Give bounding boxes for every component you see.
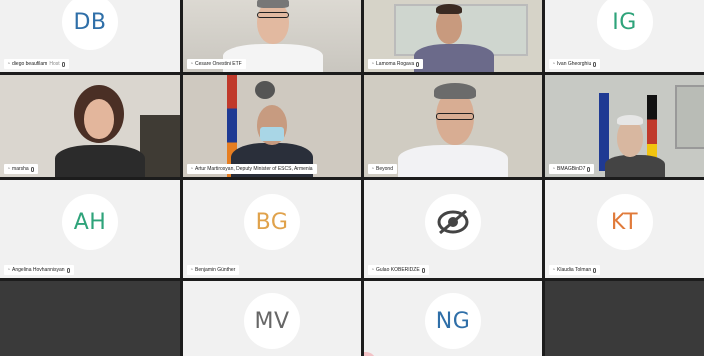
participant-name: Gulao KOBERIDZE (376, 267, 420, 273)
video-tile-bmag[interactable]: ◔ BMAGBinD7 (545, 75, 704, 177)
video-tile-diego[interactable]: DB ◔ diego beaufilam Host (0, 0, 180, 72)
participant-nameplate: ◔ Angelina Hovhannisyan (4, 265, 74, 275)
signal-icon: ◔ (552, 267, 556, 273)
video-tile-cesare[interactable]: ◔ Cesare Onestini ETF (183, 0, 361, 72)
signal-icon: ◔ (7, 166, 11, 172)
participant-nameplate: ◔ Artur Martirosyan, Deputy Minister of … (187, 164, 317, 174)
floating-indicator (364, 352, 376, 356)
video-tile-mv[interactable]: MV (183, 281, 361, 356)
video-tile-gulao[interactable]: ◔ Gulao KOBERIDZE (364, 180, 542, 278)
participant-nameplate: ◔ Klaudia Tolman (549, 265, 601, 275)
participant-name: Beyond (376, 166, 393, 172)
video-tile-beyond[interactable]: ◔ Beyond (364, 75, 542, 177)
signal-icon: ◔ (552, 166, 556, 172)
participant-name: marsha (12, 166, 29, 172)
participant-name: diego beaufilam (12, 61, 48, 67)
signal-icon: ◔ (7, 267, 11, 273)
participant-name: BMAGBinD7 (557, 166, 586, 172)
video-tile-klaudia[interactable]: KT ◔ Klaudia Tolman (545, 180, 704, 278)
signal-icon: ◔ (371, 267, 375, 273)
mic-icon (61, 61, 65, 67)
signal-icon: ◔ (7, 61, 11, 67)
signal-icon: ◔ (190, 61, 194, 67)
video-feed (183, 75, 361, 177)
participant-name: Angelina Hovhannisyan (12, 267, 65, 273)
mic-icon (421, 267, 425, 273)
participant-name: Artur Martirosyan, Deputy Minister of ES… (195, 166, 313, 172)
participant-nameplate: ◔ BMAGBinD7 (549, 164, 595, 174)
participant-nameplate: ◔ Ivan Gheorghiu (549, 59, 601, 69)
empty-tile (0, 281, 180, 356)
avatar: AH (62, 194, 118, 250)
participant-nameplate: ◔ Cesare Onestini ETF (187, 59, 246, 69)
mic-icon (593, 267, 597, 273)
video-tile-ng[interactable]: NG (364, 281, 542, 356)
participant-nameplate: ◔ Lamoma Rogava (368, 59, 424, 69)
mic-icon (66, 267, 70, 273)
signal-icon: ◔ (371, 166, 375, 172)
signal-icon: ◔ (552, 61, 556, 67)
mic-icon (30, 166, 34, 172)
participant-name: Benjamin Günther (195, 267, 236, 273)
video-tile-lamoma[interactable]: ◔ Lamoma Rogava (364, 0, 542, 72)
mic-icon (593, 61, 597, 67)
video-tile-angelina[interactable]: AH ◔ Angelina Hovhannisyan (0, 180, 180, 278)
video-feed (364, 75, 542, 177)
participant-name: Klaudia Tolman (557, 267, 592, 273)
avatar: IG (596, 0, 653, 50)
participant-nameplate: ◔ Gulao KOBERIDZE (368, 265, 429, 275)
video-feed (545, 75, 704, 177)
host-tag: Host (49, 61, 60, 67)
mic-icon (416, 61, 420, 67)
empty-tile (545, 281, 704, 356)
video-tile-marsha[interactable]: ◔ marsha (0, 75, 180, 177)
mic-icon (587, 166, 591, 172)
participant-name: Ivan Gheorghiu (557, 61, 592, 67)
video-tile-artur[interactable]: ◔ Artur Martirosyan, Deputy Minister of … (183, 75, 361, 177)
avatar: DB (62, 0, 118, 50)
video-feed (0, 75, 180, 177)
participant-nameplate: ◔ Benjamin Günther (187, 265, 240, 275)
participant-nameplate: ◔ diego beaufilam Host (4, 59, 69, 69)
participant-nameplate: ◔ marsha (4, 164, 38, 174)
signal-icon: ◔ (371, 61, 375, 67)
avatar: NG (425, 293, 481, 349)
video-tile-benjamin[interactable]: BG ◔ Benjamin Günther (183, 180, 361, 278)
signal-icon: ◔ (190, 166, 194, 172)
eye-logo-icon (425, 194, 481, 250)
signal-icon: ◔ (190, 267, 194, 273)
video-tile-ivan[interactable]: IG ◔ Ivan Gheorghiu (545, 0, 704, 72)
avatar: MV (244, 293, 300, 349)
participant-name: Lamoma Rogava (376, 61, 415, 67)
avatar: KT (596, 194, 653, 250)
avatar: BG (244, 194, 300, 250)
participant-nameplate: ◔ Beyond (368, 164, 397, 174)
participant-name: Cesare Onestini ETF (195, 61, 242, 67)
